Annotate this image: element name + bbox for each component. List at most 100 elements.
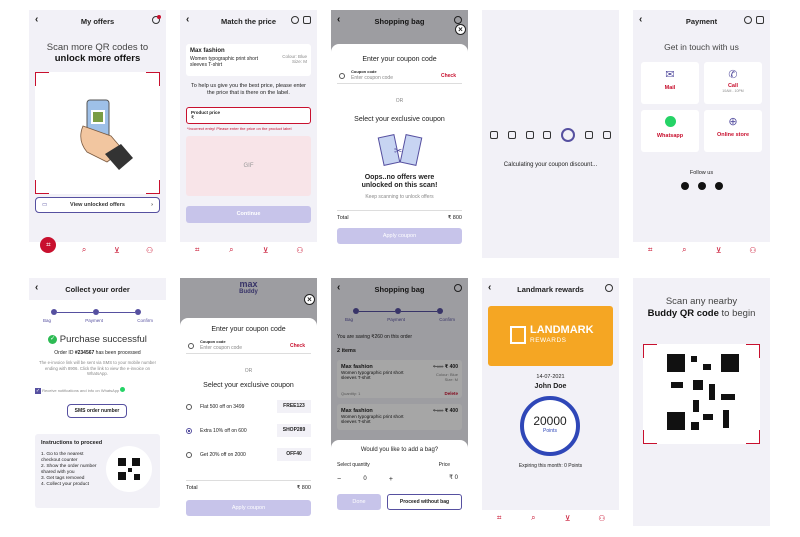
search-tab-icon[interactable]: ⌕ [226,245,236,255]
landmark-logo-icon [510,326,526,344]
apply-coupon-button[interactable]: Apply coupon [186,500,311,516]
calculating-screen: Calculating your coupon discount... [482,10,619,258]
gif-placeholder: GIF [186,136,311,196]
rewards-screen: ‹ Landmark rewards LANDMARK REWARDS 14-0… [482,278,619,526]
offers-icon[interactable] [744,16,752,24]
whatsapp-checkbox[interactable]: ✓ [35,388,41,394]
back-icon[interactable]: ‹ [35,282,38,293]
tab-bar: ⌗ ⌕ ⊻ ⚇ [29,237,166,258]
scan-tab-icon[interactable]: ⌗ [40,237,57,253]
scan-tab-icon[interactable]: ⌗ [494,513,504,523]
coupon-sheet: Enter your coupon code Coupon code Enter… [180,318,317,526]
headline: Scan more QR codes to [46,42,149,53]
offers-icon[interactable] [605,284,613,292]
tag-icon [507,131,516,139]
scan-frame [35,72,160,194]
coupon-option-3[interactable]: Get 20% off on 2000 OFF40 [186,448,311,462]
quantity-stepper[interactable]: − 0 + [337,472,393,486]
whatsapp-icon [664,116,676,127]
scan-tab-icon[interactable]: ⌗ [192,245,202,255]
search-tab-icon[interactable]: ⌕ [528,513,538,523]
payment-screen: ‹ Payment Get in touch with us ✉ Mail ✆ … [633,10,770,258]
online-store-card[interactable]: ⊕ Online store [704,110,762,152]
page-title: Collect your order [65,284,130,294]
apply-coupon-button[interactable]: Apply coupon [337,228,462,244]
calculating-text: Calculating your coupon discount... [503,162,598,168]
back-icon[interactable]: ‹ [639,14,642,25]
tab-bar: ⌗ ⌕ ⊻ ⚇ [482,510,619,526]
offers-icon[interactable] [152,15,161,24]
my-offers-screen: ‹ My offers Scan more QR codes to unlock… [29,10,166,258]
check-button[interactable]: Check [290,343,305,349]
success-check-icon: ✓ [48,334,58,344]
chevron-right-icon: › [151,202,153,208]
points-ring: 20000 Points [520,396,580,456]
minus-icon[interactable]: − [337,476,341,483]
coupon-option-1[interactable]: Flat 500 off on 3499 FREE123 [186,400,311,414]
add-bag-sheet: Would you like to add a bag? Select quan… [331,440,468,526]
match-price-screen: ‹ Match the price Max fashion Women typo… [180,10,317,258]
tab-bar: ⌗ ⌕ ⊻ ⚇ [633,242,770,258]
add-user-tab-icon[interactable]: ⚇ [145,246,155,255]
page-title: My offers [80,16,115,26]
price-input[interactable]: Product price ₹ [186,107,311,124]
done-button[interactable]: Done [337,494,381,510]
back-icon[interactable]: ‹ [488,282,491,293]
sms-order-number-button[interactable]: SMS order number [67,404,127,418]
tag-icon [585,131,594,139]
cart-tab-icon[interactable]: ⊻ [714,246,724,255]
coupon-select-screen: max Buddy × Enter your coupon code Coupo… [180,278,317,526]
cart-tab-icon[interactable]: ⊻ [112,246,122,255]
scan-buddy-screen: Scan any nearby Buddy QR code to begin [633,278,770,526]
gift-icon: ▭ [42,202,48,208]
add-user-tab-icon[interactable]: ⚇ [295,246,305,255]
coupon-input[interactable]: Coupon code Enter coupon code Check [186,338,311,354]
globe-icon: ⊕ [728,116,738,128]
add-user-tab-icon[interactable]: ⚇ [748,246,758,255]
scan-tab-icon[interactable]: ⌗ [645,245,655,255]
plus-icon[interactable]: + [389,476,393,483]
coupon-sheet: Enter your coupon code Coupon code Enter… [331,44,468,258]
buddy-qr-code [663,350,743,438]
mail-icon: ✉ [665,69,675,81]
tag-icon [490,131,498,139]
twitter-icon[interactable] [714,182,723,190]
cart-tab-icon[interactable]: ⊻ [563,514,573,523]
search-tab-icon[interactable]: ⌕ [679,245,689,255]
back-icon[interactable]: ‹ [186,14,189,25]
facebook-icon[interactable] [680,182,689,190]
check-button[interactable]: Check [441,73,456,79]
close-icon[interactable]: × [455,24,466,35]
landmark-rewards-card: LANDMARK REWARDS [488,306,613,366]
continue-button[interactable]: Continue [186,206,311,223]
magnifier-icon [561,128,576,142]
whatsapp-card[interactable]: Whatsapp [641,110,699,152]
cart-tab-icon[interactable]: ⊻ [261,246,271,255]
instructions-card: Instructions to proceed 1. Go to the nea… [35,434,160,508]
coupon-option-2[interactable]: Extra 10% off on 600 SHOP289 [186,424,311,438]
close-icon[interactable]: × [304,294,315,305]
order-qr-code [106,446,152,492]
page-title: Landmark rewards [517,284,584,294]
instagram-icon[interactable] [697,182,706,190]
proceed-without-bag-button[interactable]: Proceed without bag [387,494,462,510]
offers-icon[interactable] [291,16,299,24]
tag-icon [602,131,611,139]
scan-frame [643,344,760,444]
coupon-animation [490,128,611,142]
tag-icon [543,131,552,139]
svg-text:✂: ✂ [394,146,402,157]
page-title: Payment [685,16,718,26]
call-card[interactable]: ✆ Call 10AM - 10PM [704,62,762,104]
add-bag-screen: ‹ Shopping bag Bag Payment Confirm You are… [331,278,468,526]
add-user-tab-icon[interactable]: ⚇ [597,514,607,523]
search-tab-icon[interactable]: ⌕ [79,245,89,255]
coupon-input[interactable]: Coupon code Enter coupon code Check [337,68,462,84]
product-card: Max fashion Women typographic print shor… [186,44,311,76]
mail-card[interactable]: ✉ Mail [641,62,699,104]
coupon-empty-screen: ‹ Shopping bag × Enter your coupon code … [331,10,468,258]
bag-icon[interactable] [303,16,311,24]
bag-icon[interactable] [756,16,764,24]
view-unlocked-offers-button[interactable]: ▭ View unlocked offers › [35,197,160,213]
back-icon[interactable]: ‹ [35,14,38,25]
